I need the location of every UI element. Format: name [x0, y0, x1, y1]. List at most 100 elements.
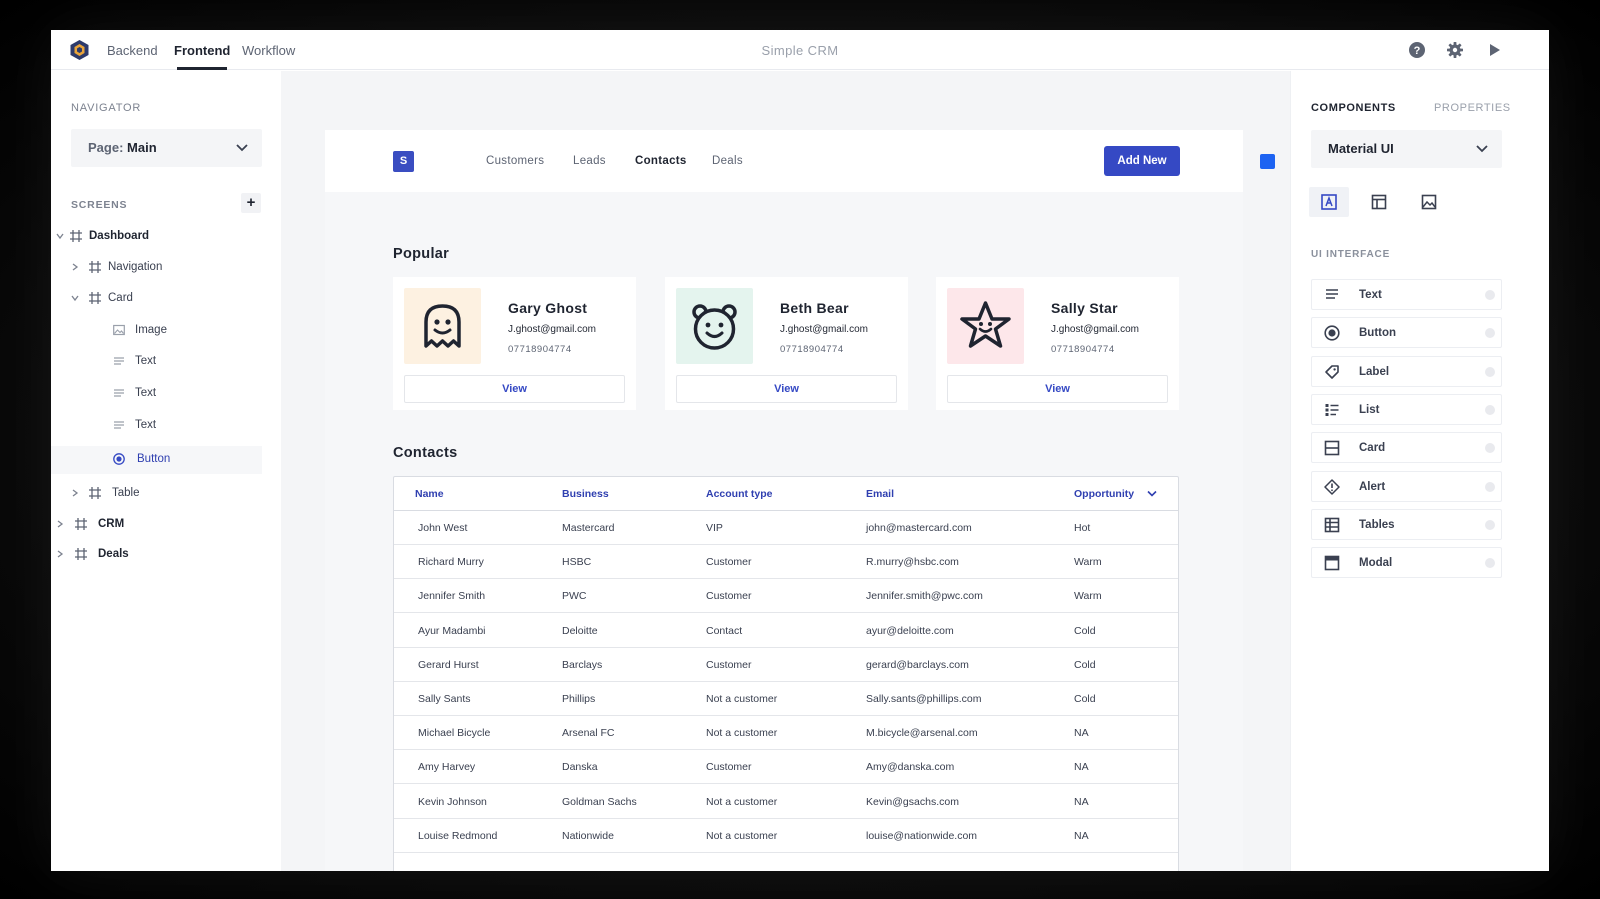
cell-opportunity: NA	[1074, 761, 1089, 774]
selection-indicator[interactable]	[1260, 154, 1275, 169]
tree-item-crm[interactable]: CRM	[51, 511, 262, 539]
component-modal[interactable]: Modal	[1311, 547, 1502, 579]
cell-opportunity: NA	[1074, 795, 1089, 808]
cell-email: M.bicycle@arsenal.com	[866, 727, 978, 740]
tree-item-navigation[interactable]: Navigation	[51, 254, 262, 282]
cell-business: Barclays	[562, 658, 603, 671]
caret-right-icon[interactable]	[56, 550, 64, 558]
table-row[interactable]: Kevin Johnson Goldman Sachs Not a customer…	[394, 785, 1178, 819]
app-window: Backend Frontend Workflow Simple CRM ? N…	[51, 30, 1549, 871]
list-icon	[1325, 403, 1339, 416]
text-lines-icon	[1326, 289, 1338, 299]
info-icon[interactable]	[1485, 558, 1495, 569]
column-header-account-type[interactable]: Account type	[706, 488, 773, 500]
table-row[interactable]: John West Mastercard VIP john@mastercard.co…	[394, 511, 1178, 545]
tree-item-text[interactable]: Text	[51, 348, 262, 376]
popular-card: Beth Bear J.ghost@gmail.com 07718904774 …	[665, 277, 908, 410]
cell-email: louise@nationwide.com	[866, 829, 978, 842]
chevron-down-icon[interactable]	[1147, 490, 1157, 498]
help-icon[interactable]: ?	[1408, 41, 1426, 59]
component-button[interactable]: Button	[1311, 317, 1502, 349]
tree-item-dashboard[interactable]: Dashboard	[51, 223, 262, 251]
component-text[interactable]: Text	[1311, 279, 1502, 310]
table-row[interactable]: Michael Bicycle Arsenal FC Not a customer M…	[394, 716, 1178, 751]
frame-icon	[89, 487, 101, 499]
caret-right-icon[interactable]	[56, 520, 64, 528]
cell-email: Kevin@gsachs.com	[866, 795, 959, 808]
nav-link-customers[interactable]: Customers	[486, 155, 544, 167]
category-text-button[interactable]	[1309, 187, 1349, 217]
tab-properties[interactable]: PROPERTIES	[1434, 102, 1511, 114]
settings-icon[interactable]	[1446, 41, 1464, 59]
card-view-button[interactable]: View	[676, 375, 897, 403]
cell-name: Gerard Hurst	[418, 658, 479, 671]
info-icon[interactable]	[1485, 443, 1495, 454]
category-layout-button[interactable]	[1359, 187, 1399, 217]
navigator-title: NAVIGATOR	[71, 102, 142, 114]
info-icon[interactable]	[1485, 290, 1495, 300]
design-canvas: S Customers Leads Contacts Deals Add New…	[281, 71, 1290, 871]
tree-item-label: Button	[137, 453, 171, 465]
table-row[interactable]: Sally Sants Phillips Not a customer Sally.s…	[394, 682, 1178, 716]
table-row[interactable]: Ayur Madambi Deloitte Contact ayur@deloitte…	[394, 614, 1178, 648]
card-name: Beth Bear	[780, 300, 849, 316]
component-card[interactable]: Card	[1311, 432, 1502, 464]
category-image-button[interactable]	[1409, 187, 1449, 217]
play-icon[interactable]	[1485, 41, 1503, 59]
info-icon[interactable]	[1485, 519, 1495, 530]
tree-item-image[interactable]: Image	[51, 317, 262, 345]
caret-right-icon[interactable]	[71, 489, 79, 497]
card-email: J.ghost@gmail.com	[508, 324, 596, 335]
column-header-opportunity[interactable]: Opportunity	[1074, 488, 1134, 500]
cell-opportunity: NA	[1074, 727, 1089, 740]
cell-account-type: Not a customer	[706, 795, 778, 808]
tab-components[interactable]: COMPONENTS	[1311, 102, 1396, 114]
svg-text:?: ?	[1414, 45, 1421, 57]
info-icon[interactable]	[1485, 404, 1495, 415]
component-label: Card	[1359, 442, 1386, 455]
tree-item-text[interactable]: Text	[51, 380, 262, 408]
tree-item-deals[interactable]: Deals	[51, 541, 262, 569]
component-label[interactable]: Label	[1311, 355, 1502, 387]
tree-item-label: Navigation	[108, 261, 163, 273]
info-icon[interactable]	[1485, 328, 1495, 339]
nav-link-deals[interactable]: Deals	[712, 155, 743, 167]
info-icon[interactable]	[1485, 366, 1495, 377]
nav-link-contacts[interactable]: Contacts	[635, 155, 687, 167]
tree-item-text[interactable]: Text	[51, 412, 262, 440]
tree-item-table[interactable]: Table	[51, 480, 262, 508]
caret-right-icon[interactable]	[71, 263, 79, 271]
info-icon[interactable]	[1485, 481, 1495, 492]
column-header-email[interactable]: Email	[866, 488, 894, 500]
column-header-business[interactable]: Business	[562, 488, 609, 500]
page-select[interactable]: Page: Main	[71, 129, 262, 167]
table-row[interactable]: Louise Redmond Nationwide Not a customer lo…	[394, 819, 1178, 853]
table-row[interactable]: Richard Murry HSBC Customer R.murry@hsbc.co…	[394, 545, 1178, 580]
table-row[interactable]: Jennifer Smith PWC Customer Jennifer.smith@…	[394, 579, 1178, 614]
table-row[interactable]: Amy Harvey Danska Customer Amy@danska.com NA	[394, 750, 1178, 785]
card-view-button[interactable]: View	[947, 375, 1168, 403]
add-new-button[interactable]: Add New	[1104, 146, 1180, 176]
cell-account-type: Customer	[706, 658, 752, 671]
component-alert[interactable]: Alert	[1311, 470, 1502, 502]
column-header-name[interactable]: Name	[415, 488, 444, 500]
caret-down-icon[interactable]	[71, 294, 79, 302]
component-list[interactable]: List	[1311, 393, 1502, 425]
caret-down-icon[interactable]	[56, 232, 64, 240]
table-row[interactable]: Gerard Hurst Barclays Customer gerard@barcl…	[394, 648, 1178, 682]
component-tables[interactable]: Tables	[1311, 508, 1502, 540]
nav-link-leads[interactable]: Leads	[573, 155, 606, 167]
library-select[interactable]: Material UI	[1311, 130, 1502, 168]
image-icon	[113, 324, 125, 336]
add-screen-button[interactable]: +	[241, 193, 261, 213]
layout-icon	[1371, 194, 1387, 210]
tree-item-button[interactable]: Button	[51, 446, 262, 474]
text-icon	[114, 389, 124, 397]
text-icon	[114, 421, 124, 429]
frame-icon	[89, 261, 101, 273]
cell-business: Nationwide	[562, 829, 614, 842]
card-view-button[interactable]: View	[404, 375, 625, 403]
tree-item-card[interactable]: Card	[51, 285, 262, 313]
image-icon	[1421, 194, 1437, 210]
cell-email: gerard@barclays.com	[866, 658, 969, 671]
